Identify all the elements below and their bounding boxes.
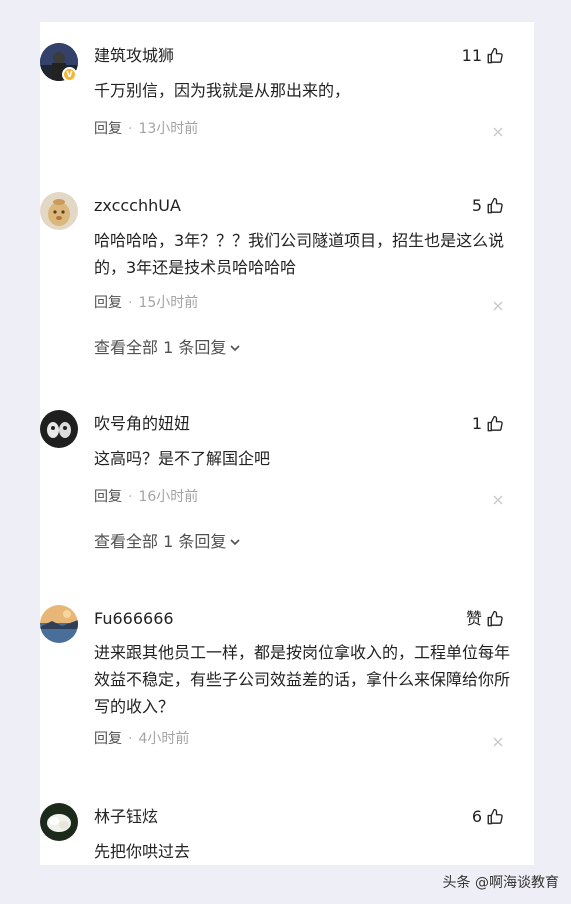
comment-text: 这高吗？是不了解国企吧 [94,449,271,468]
like-button[interactable]: 赞 [466,607,504,631]
reply-button[interactable]: 回复 [94,731,122,747]
close-icon[interactable] [492,126,504,138]
username[interactable]: 建筑攻城狮 [94,46,174,66]
thumb-up-icon [487,47,503,64]
close-icon[interactable] [492,736,504,748]
thumb-up-icon [487,808,503,825]
close-icon[interactable] [492,494,504,506]
comment-item: Fu666666 赞 进来跟其他员工一样，都是按岗位拿收入的，工程单位每年效益不… [40,592,534,792]
timestamp: 13小时前 [138,121,199,137]
avatar[interactable] [40,803,78,841]
like-count: 赞 [465,609,482,628]
chevron-down-icon [230,345,240,352]
timestamp: 4小时前 [138,731,190,747]
like-button[interactable]: 11 [462,44,504,68]
like-count: 6 [471,807,482,826]
view-all-replies-label: 查看全部 1 条回复 [94,532,227,551]
timestamp: 15小时前 [138,295,199,311]
like-count: 5 [471,196,482,215]
avatar[interactable] [40,410,78,448]
close-icon[interactable] [492,300,504,312]
comment-meta: 回复 · 16小时前 [94,488,198,506]
watermark: 头条 @啊海谈教育 [442,875,559,891]
comment-meta: 回复 · 13小时前 [94,120,198,138]
comment-text: 先把你哄过去 [94,842,191,861]
verified-badge: V [62,67,77,82]
comment-item: zxccchhUA 5 哈哈哈哈，3年？？？我们公司隧道项目，招生也是这么说的，… [40,172,534,397]
timestamp: 16小时前 [138,489,199,505]
comment-item: 林子钰炫 6 先把你哄过去 [40,792,534,865]
separator: · [128,731,133,747]
chevron-down-icon [230,539,240,546]
thumb-up-icon [487,415,503,432]
view-all-replies-button[interactable]: 查看全部 1 条回复 [94,532,242,552]
separator: · [128,295,133,311]
username[interactable]: Fu666666 [94,609,174,629]
thumb-up-icon [487,610,503,627]
separator: · [128,489,133,505]
like-button[interactable]: 5 [472,194,504,218]
comment-text: 进来跟其他员工一样，都是按岗位拿收入的，工程单位每年效益不稳定，有些子公司效益差… [94,643,511,716]
comment-list: V 建筑攻城狮 11 千万别信，因为我就是从那出来的， 回复 · 13小时前 z… [40,22,534,865]
like-count: 11 [461,46,482,65]
like-count: 1 [471,414,482,433]
avatar[interactable] [40,192,78,230]
avatar[interactable] [40,605,78,643]
reply-button[interactable]: 回复 [94,489,122,505]
comment-text: 千万别信，因为我就是从那出来的， [94,81,351,100]
comment-text: 哈哈哈哈，3年？？？我们公司隧道项目，招生也是这么说的，3年还是技术员哈哈哈哈 [94,231,505,277]
like-button[interactable]: 6 [472,805,504,829]
view-all-replies-label: 查看全部 1 条回复 [94,338,227,357]
reply-button[interactable]: 回复 [94,121,122,137]
username[interactable]: zxccchhUA [94,196,181,216]
reply-button[interactable]: 回复 [94,295,122,311]
username[interactable]: 吹号角的妞妞 [94,414,190,434]
like-button[interactable]: 1 [472,412,504,436]
comment-item: 吹号角的妞妞 1 这高吗？是不了解国企吧 回复 · 16小时前 查看全部 1 条回复 [40,397,534,592]
username[interactable]: 林子钰炫 [94,807,158,827]
thumb-up-icon [487,197,503,214]
comment-meta: 回复 · 4小时前 [94,730,189,748]
view-all-replies-button[interactable]: 查看全部 1 条回复 [94,338,242,358]
comment-item: V 建筑攻城狮 11 千万别信，因为我就是从那出来的， 回复 · 13小时前 [40,22,534,172]
separator: · [128,121,133,137]
comment-meta: 回复 · 15小时前 [94,294,198,312]
